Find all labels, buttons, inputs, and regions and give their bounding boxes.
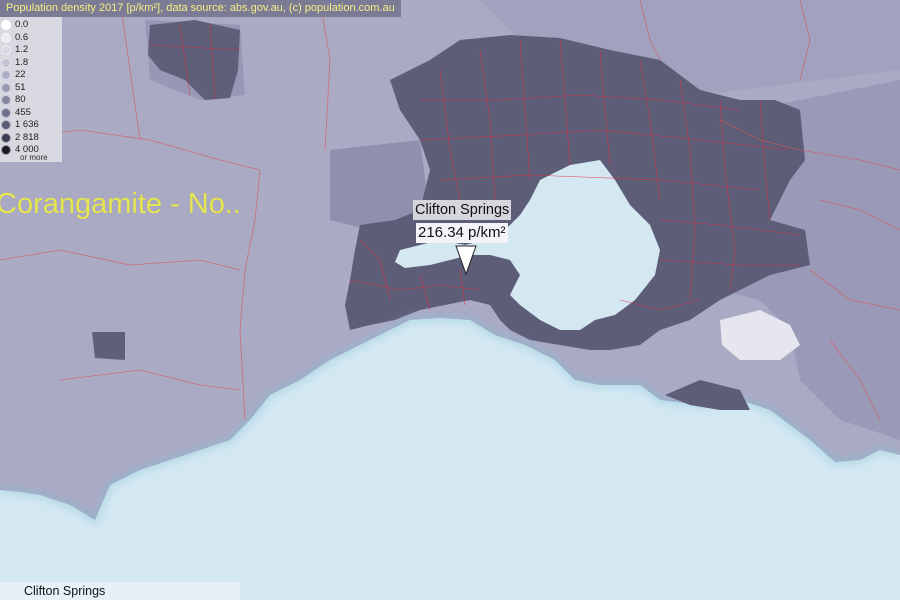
legend-more-label: or more [20, 153, 48, 162]
legend-item: 80 [0, 94, 26, 106]
legend-item: 1.8 [0, 57, 28, 69]
legend-label: 1.8 [15, 57, 29, 68]
choropleth-map[interactable] [0, 0, 900, 600]
callout-place-name: Clifton Springs [413, 200, 512, 220]
legend-swatch [1, 133, 11, 143]
legend-item: 22 [0, 69, 26, 81]
legend-item: 0.0 [0, 19, 28, 31]
legend-swatch [1, 45, 11, 55]
legend-swatch [1, 145, 11, 155]
data-source-text: Population density 2017 [p/km²], data so… [6, 2, 395, 14]
legend-swatch [1, 83, 11, 93]
callout-density-value: 216.34 p/km² [416, 223, 508, 243]
legend-item: 455 [0, 107, 31, 119]
legend-swatch [1, 70, 11, 80]
region-label[interactable]: Corangamite - No.. [0, 188, 241, 221]
legend-swatch [1, 95, 11, 105]
legend-item: 2 818 [0, 132, 39, 144]
legend-label: 0.6 [15, 32, 29, 43]
legend: 0.0 0.6 1.2 1.8 22 51 80 455 1 636 2 818… [0, 17, 62, 162]
location-pointer-icon [455, 245, 477, 275]
legend-label: 1.2 [15, 44, 29, 55]
legend-swatch [1, 20, 11, 30]
status-bar: Clifton Springs [0, 582, 240, 600]
legend-item: 1.2 [0, 44, 28, 56]
legend-label: 80 [15, 94, 26, 105]
legend-item: 1 636 [0, 119, 39, 131]
status-text: Clifton Springs [24, 584, 106, 598]
legend-item: 0.6 [0, 32, 28, 44]
data-source-bar: Population density 2017 [p/km²], data so… [0, 0, 401, 17]
legend-label: 0.0 [15, 19, 29, 30]
legend-swatch [1, 33, 11, 43]
legend-label: 455 [15, 107, 31, 118]
legend-label: 2 818 [15, 132, 39, 143]
legend-swatch [1, 108, 11, 118]
legend-item: 51 [0, 82, 26, 94]
land-urban-small[interactable] [92, 332, 125, 360]
legend-label: 51 [15, 82, 26, 93]
legend-swatch [1, 58, 11, 68]
legend-swatch [1, 120, 11, 130]
legend-label: 22 [15, 69, 26, 80]
legend-label: 1 636 [15, 119, 39, 130]
